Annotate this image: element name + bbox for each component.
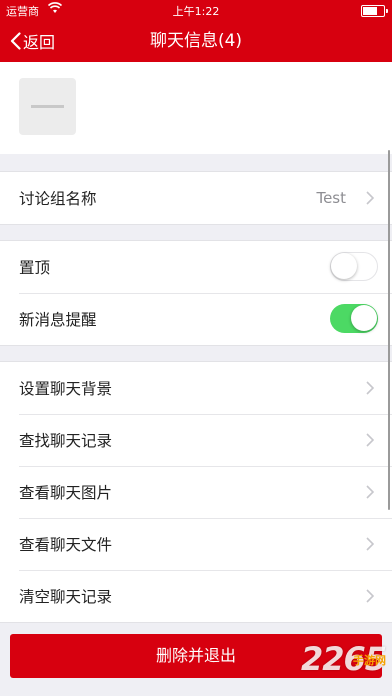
view-chat-images-row[interactable]: 查看聊天图片 xyxy=(0,466,392,518)
chevron-right-icon xyxy=(366,485,374,499)
group-name-value: Test xyxy=(316,189,346,207)
view-chat-files-label: 查看聊天文件 xyxy=(19,536,113,554)
remove-member-button[interactable] xyxy=(19,78,76,135)
chevron-right-icon xyxy=(366,433,374,447)
members-section xyxy=(0,62,392,154)
view-chat-images-label: 查看聊天图片 xyxy=(19,484,113,502)
chevron-right-icon xyxy=(366,589,374,603)
chevron-right-icon xyxy=(366,381,374,395)
scrollbar[interactable] xyxy=(387,150,390,510)
watermark-logo: 2265 手游网 xyxy=(301,640,387,678)
new-message-alert-label: 新消息提醒 xyxy=(19,311,97,329)
set-chat-background-label: 设置聊天背景 xyxy=(19,380,113,398)
toggles-section: 置顶 新消息提醒 xyxy=(0,240,392,346)
battery-icon xyxy=(361,5,388,17)
clock: 上午1:22 xyxy=(172,5,220,18)
pin-top-label: 置顶 xyxy=(19,259,51,277)
clear-chat-history-row[interactable]: 清空聊天记录 xyxy=(0,570,392,622)
view-chat-files-row[interactable]: 查看聊天文件 xyxy=(0,518,392,570)
search-chat-history-label: 查找聊天记录 xyxy=(19,432,113,450)
new-message-alert-row: 新消息提醒 xyxy=(0,293,392,345)
new-message-alert-toggle[interactable] xyxy=(330,304,378,333)
chat-options-section: 设置聊天背景 查找聊天记录 查看聊天图片 查看聊天文件 清空聊天记录 xyxy=(0,361,392,623)
group-name-section: 讨论组名称 Test xyxy=(0,171,392,225)
chevron-right-icon xyxy=(366,537,374,551)
chevron-right-icon xyxy=(366,191,374,205)
clear-chat-history-label: 清空聊天记录 xyxy=(19,588,113,606)
pin-top-toggle[interactable] xyxy=(330,252,378,281)
pin-top-row: 置顶 xyxy=(0,241,392,293)
group-name-label: 讨论组名称 xyxy=(19,190,97,208)
nav-bar: 返回 聊天信息(4) xyxy=(0,20,392,62)
search-chat-history-row[interactable]: 查找聊天记录 xyxy=(0,414,392,466)
status-bar: 运营商 上午1:22 xyxy=(0,0,392,20)
watermark-subtext: 手游网 xyxy=(353,654,386,667)
page-title: 聊天信息(4) xyxy=(149,31,243,51)
group-name-row[interactable]: 讨论组名称 Test xyxy=(0,172,392,224)
set-chat-background-row[interactable]: 设置聊天背景 xyxy=(0,362,392,414)
